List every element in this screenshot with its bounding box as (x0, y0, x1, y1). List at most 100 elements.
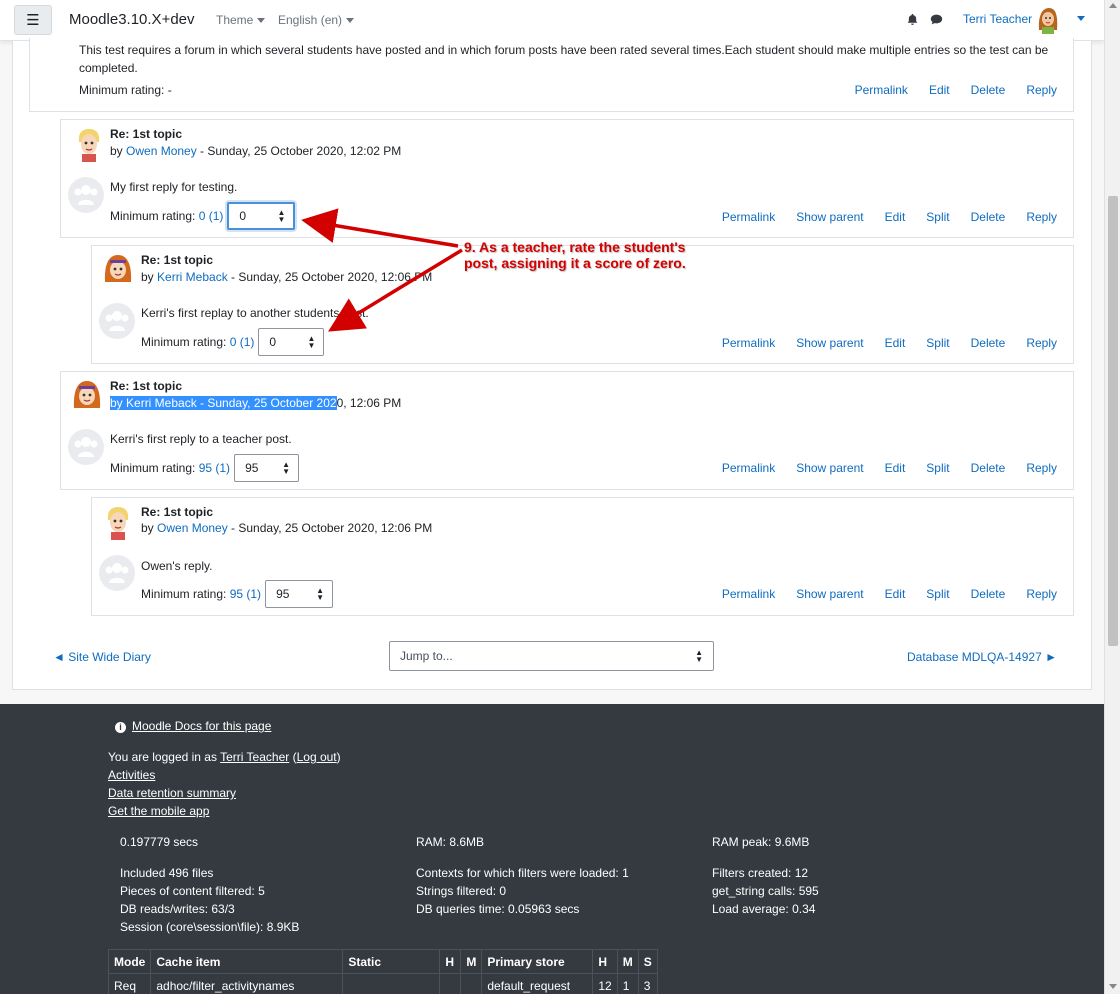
perf-load-avg: Load average: 0.34 (712, 902, 816, 916)
split-link[interactable]: Split (926, 587, 949, 601)
post-subject: Re: 1st topic (141, 505, 214, 519)
author-link[interactable]: Kerri Meback (126, 396, 197, 410)
perf-contexts: Contexts for which filters were loaded: … (416, 866, 629, 880)
reply-link[interactable]: Reply (1026, 336, 1057, 350)
rating-select[interactable]: 95 ▲ ▼ (265, 580, 334, 608)
activities-link[interactable]: Activities (108, 768, 155, 782)
delete-link[interactable]: Delete (971, 587, 1006, 601)
author-link[interactable]: Kerri Meback (157, 270, 228, 284)
perf-ram-peak: RAM peak: 9.6MB (712, 835, 810, 849)
login-info: You are logged in as Terri Teacher (Log … (108, 750, 341, 764)
post-body: Kerri's first replay to another students… (141, 306, 369, 320)
split-link[interactable]: Split (926, 210, 949, 224)
menu-toggle-button[interactable]: ☰ (14, 5, 52, 35)
split-link[interactable]: Split (926, 461, 949, 475)
info-icon: i (115, 722, 126, 733)
language-menu[interactable]: English (en) (278, 13, 355, 27)
delete-link[interactable]: Delete (971, 210, 1006, 224)
data-retention-link[interactable]: Data retention summary (108, 786, 236, 800)
annotation-callout: 9. As a teacher, rate the student's post… (464, 239, 686, 271)
post-actions: Permalink Show parent Edit Split Delete … (701, 336, 1057, 350)
table-cell (439, 973, 462, 994)
theme-menu[interactable]: Theme (216, 13, 266, 27)
show-parent-link[interactable]: Show parent (796, 336, 863, 350)
user-avatar[interactable] (1033, 4, 1063, 34)
permalink-link[interactable]: Permalink (855, 83, 908, 97)
table-cell: 12 (592, 973, 618, 994)
bell-icon[interactable] (906, 13, 919, 26)
reply-link[interactable]: Reply (1026, 587, 1057, 601)
edit-link[interactable]: Edit (885, 210, 906, 224)
rating-row: Minimum rating: 0 (1) 0 ▲ ▼ (141, 328, 325, 356)
forum-post: Re: 1st topic by Kerri Meback - Sunday, … (60, 371, 1074, 490)
profile-link[interactable]: Terri Teacher (220, 750, 289, 764)
table-cell: default_request (481, 973, 594, 994)
reply-link[interactable]: Reply (1026, 210, 1057, 224)
permalink-link[interactable]: Permalink (722, 461, 775, 475)
owen-avatar (78, 129, 100, 162)
select-arrows-icon: ▲ ▼ (316, 586, 325, 602)
post-byline: by Owen Money - Sunday, 25 October 2020,… (141, 521, 433, 535)
post-actions: Permalink Show parent Edit Split Delete … (701, 461, 1057, 475)
edit-link[interactable]: Edit (885, 336, 906, 350)
show-parent-link[interactable]: Show parent (796, 587, 863, 601)
kerri-avatar (100, 252, 136, 288)
select-arrows-icon: ▲ ▼ (277, 208, 286, 224)
scroll-down-icon[interactable] (1109, 984, 1117, 989)
scroll-up-icon[interactable] (1109, 3, 1117, 8)
show-parent-link[interactable]: Show parent (796, 461, 863, 475)
jump-to-select[interactable]: Jump to... ▲ ▼ (389, 641, 714, 671)
post-byline: by Kerri Meback - Sunday, 25 October 202… (110, 396, 402, 410)
edit-link[interactable]: Edit (885, 461, 906, 475)
edit-link[interactable]: Edit (885, 587, 906, 601)
perf-session: Session (core\session\file): 8.9KB (120, 920, 300, 934)
perf-db-rw: DB reads/writes: 63/3 (120, 902, 235, 916)
chat-icon[interactable] (930, 13, 943, 26)
post-body: This test requires a forum in which seve… (79, 43, 1049, 75)
perf-secs: 0.197779 secs (120, 835, 199, 849)
chevron-down-icon (257, 18, 266, 24)
permalink-link[interactable]: Permalink (722, 336, 775, 350)
selected-text: by Kerri Meback - Sunday, 25 October 202 (110, 396, 337, 410)
delete-link[interactable]: Delete (971, 461, 1006, 475)
chevron-down-icon[interactable] (1077, 16, 1085, 21)
rating-aggregate-link[interactable]: 0 (1) (230, 335, 255, 349)
rating-select[interactable]: 0 ▲ ▼ (258, 328, 325, 356)
rating-select[interactable]: 0 ▲ ▼ (227, 202, 296, 230)
page-scrollbar[interactable] (1104, 0, 1120, 994)
site-brand[interactable]: Moodle3.10.X+dev (69, 11, 195, 28)
delete-link[interactable]: Delete (971, 83, 1006, 97)
moodle-docs-link[interactable]: Moodle Docs for this page (132, 719, 271, 733)
rating-row: Minimum rating: 95 (1) 95 ▲ ▼ (110, 454, 300, 482)
delete-link[interactable]: Delete (971, 336, 1006, 350)
prev-activity-link[interactable]: ◄ Site Wide Diary (53, 650, 151, 664)
scroll-thumb[interactable] (1108, 196, 1118, 646)
permalink-link[interactable]: Permalink (722, 210, 775, 224)
logout-link[interactable]: Log out (297, 750, 337, 764)
author-link[interactable]: Owen Money (126, 144, 197, 158)
select-arrows-icon: ▲ ▼ (307, 334, 316, 350)
rating-row: Minimum rating: 0 (1) 0 ▲ ▼ (110, 202, 296, 230)
split-link[interactable]: Split (926, 336, 949, 350)
mobile-app-link[interactable]: Get the mobile app (108, 804, 209, 818)
next-activity-link[interactable]: Database MDLQA-14927 ► (907, 650, 1057, 664)
cache-table: Mode Cache item Static H M Primary store… (107, 949, 658, 994)
post-subject: Re: 1st topic (141, 253, 214, 267)
author-link[interactable]: Owen Money (157, 521, 228, 535)
docs-row: i Moodle Docs for this page (115, 719, 271, 733)
reply-link[interactable]: Reply (1026, 83, 1057, 97)
post-actions: Permalink Show parent Edit Split Delete … (701, 210, 1057, 224)
post-subject: Re: 1st topic (110, 379, 183, 393)
edit-link[interactable]: Edit (929, 83, 950, 97)
rating-aggregate-link[interactable]: 95 (1) (230, 587, 261, 601)
column-header: Cache item (150, 949, 344, 974)
user-menu-name[interactable]: Terri Teacher (963, 12, 1032, 26)
show-parent-link[interactable]: Show parent (796, 210, 863, 224)
perf-pieces: Pieces of content filtered: 5 (120, 884, 265, 898)
column-header: Static (342, 949, 441, 974)
reply-link[interactable]: Reply (1026, 461, 1057, 475)
permalink-link[interactable]: Permalink (722, 587, 775, 601)
rating-select[interactable]: 95 ▲ ▼ (234, 454, 300, 482)
rating-aggregate-link[interactable]: 0 (1) (199, 209, 224, 223)
rating-aggregate-link[interactable]: 95 (1) (199, 461, 230, 475)
